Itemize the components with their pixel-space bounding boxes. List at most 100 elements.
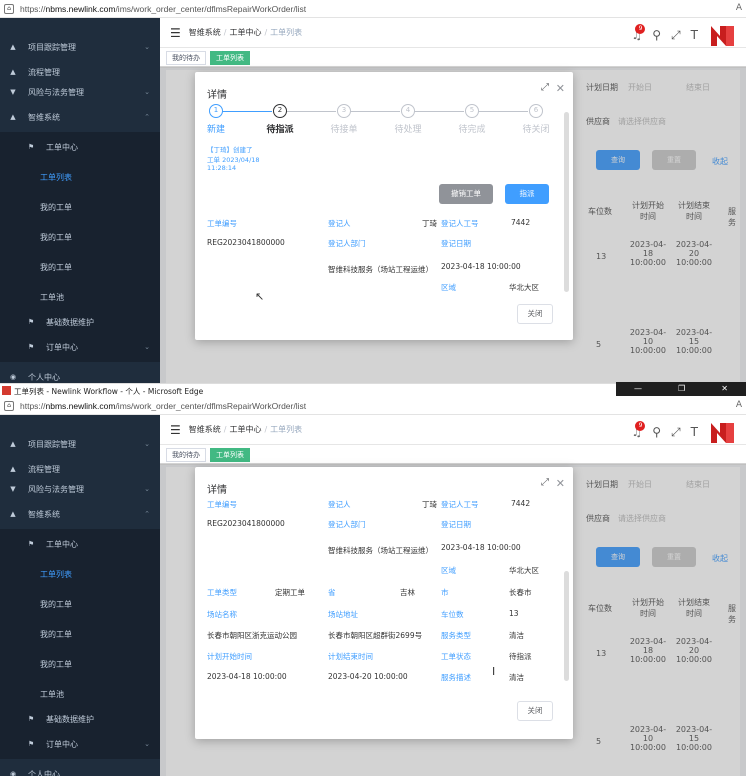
field-registrant-id-label: 登记人工号 bbox=[441, 219, 479, 228]
font-size-icon[interactable]: T bbox=[691, 425, 698, 439]
sidebar-item-order-list[interactable]: 工单列表 bbox=[0, 559, 160, 589]
sidebar-item-process[interactable]: ▲ 流程管理 bbox=[0, 62, 160, 82]
address-bar[interactable]: ⌂ https://nbms.newlink.com/ims/work_orde… bbox=[0, 397, 746, 415]
close-button[interactable]: 关闭 bbox=[517, 304, 553, 324]
chevron-down-icon: ⌄ bbox=[144, 43, 150, 51]
top-icons: ♫ 9 ⚲ ⤢ T bbox=[631, 22, 738, 48]
search-icon[interactable]: ⚲ bbox=[652, 425, 661, 439]
sidebar-item-top[interactable] bbox=[0, 18, 160, 32]
user-icon: ◉ bbox=[9, 373, 17, 381]
field-province-label: 省 bbox=[328, 588, 336, 597]
tags-view: 我的待办 工单列表 bbox=[160, 48, 746, 68]
read-aloud-icon[interactable]: A bbox=[736, 400, 742, 410]
read-aloud-icon[interactable]: A bbox=[736, 3, 742, 13]
assign-button[interactable]: 指派 bbox=[505, 184, 549, 204]
field-plan-start-label: 计划开始时间 bbox=[207, 652, 252, 661]
minimize-icon[interactable]: — bbox=[634, 382, 642, 396]
maximize-icon[interactable]: ⤢ bbox=[541, 82, 549, 93]
dialog-scrollbar[interactable] bbox=[564, 571, 569, 681]
sidebar-item-order-center[interactable]: ⚑ 工单中心 bbox=[0, 132, 160, 162]
tag-todo[interactable]: 我的待办 bbox=[166, 50, 206, 65]
sidebar-item-order-pool[interactable]: 工单池 bbox=[0, 282, 160, 312]
field-description-label: 服务描述 bbox=[441, 673, 471, 682]
flag-icon: ⚑ bbox=[27, 318, 35, 326]
brand-logo bbox=[708, 22, 738, 48]
window-title: 工单列表 - Newlink Workflow - 个人 - Microsoft… bbox=[14, 387, 204, 396]
fullscreen-icon[interactable]: ⤢ bbox=[671, 28, 681, 43]
close-button[interactable]: 关闭 bbox=[517, 701, 553, 721]
tag-order-list[interactable]: 工单列表 bbox=[210, 50, 250, 65]
close-icon[interactable]: ✕ bbox=[556, 477, 565, 490]
step-note-line3: 11:28:14 bbox=[207, 164, 237, 172]
close-icon[interactable]: ✕ bbox=[556, 82, 565, 95]
sidebar-item-my-orders[interactable]: 我的工单 bbox=[0, 192, 160, 222]
font-size-icon[interactable]: T bbox=[691, 28, 698, 42]
sidebar-item-project[interactable]: ▲ 项目跟踪管理 ⌄ bbox=[0, 429, 160, 459]
sidebar-item-order-pool[interactable]: 工单池 bbox=[0, 679, 160, 709]
withdraw-order-button[interactable]: 撤销工单 bbox=[439, 184, 493, 204]
page-icon: ⌂ bbox=[4, 400, 14, 411]
screenshot-bottom: ⌂ https://nbms.newlink.com/ims/work_orde… bbox=[0, 397, 746, 776]
step-pending-process: 4 待处理 bbox=[394, 104, 422, 135]
hamburger-icon[interactable]: ☰ bbox=[170, 423, 181, 437]
text-cursor-icon: I bbox=[492, 665, 496, 678]
dialog-scrollbar[interactable] bbox=[564, 112, 569, 292]
field-reg-date-label: 登记日期 bbox=[441, 239, 471, 248]
bell-icon[interactable]: ♫ 9 bbox=[631, 24, 646, 42]
field-dept: 智维科技服务（场站工程运维） bbox=[328, 546, 433, 555]
tag-todo[interactable]: 我的待办 bbox=[166, 447, 206, 462]
sidebar-item-order-list[interactable]: 工单列表 bbox=[0, 162, 160, 192]
field-reg-date: 2023-04-18 10:00:00 bbox=[441, 543, 521, 552]
field-order-no-label: 工单编号 bbox=[207, 500, 237, 509]
sidebar-item-orders[interactable]: ⚑ 订单中心 ⌄ bbox=[0, 332, 160, 362]
hamburger-icon[interactable]: ☰ bbox=[170, 26, 181, 40]
sidebar-item-risk[interactable]: ▼ 风险与法务管理 ⌄ bbox=[0, 479, 160, 499]
url-text[interactable]: https://nbms.newlink.com/ims/work_order_… bbox=[20, 4, 306, 14]
fullscreen-icon[interactable]: ⤢ bbox=[671, 425, 681, 440]
sidebar-item-order-center[interactable]: ⚑ 工单中心 bbox=[0, 529, 160, 559]
sidebar-item-personal[interactable]: ◉ 个人中心 bbox=[0, 362, 160, 383]
tags-view: 我的待办 工单列表 bbox=[160, 445, 746, 465]
sidebar-item-project[interactable]: ▲ 项目跟踪管理 ⌄ bbox=[0, 32, 160, 62]
maximize-icon[interactable]: ⤢ bbox=[541, 477, 549, 488]
flag-icon: ⚑ bbox=[27, 540, 35, 548]
field-registrant-id-label: 登记人工号 bbox=[441, 500, 479, 509]
field-registrant: 丁琦 bbox=[422, 219, 437, 228]
search-icon[interactable]: ⚲ bbox=[652, 28, 661, 42]
sidebar-item-my-orders-2[interactable]: 我的工单 bbox=[0, 222, 160, 252]
sidebar-item-personal[interactable]: ◉ 个人中心 bbox=[0, 759, 160, 776]
sidebar-item-process[interactable]: ▲ 流程管理 bbox=[0, 459, 160, 479]
field-service-type: 清洁 bbox=[509, 631, 524, 640]
field-province: 吉林 bbox=[400, 588, 415, 597]
sidebar-item-my-orders-3[interactable]: 我的工单 bbox=[0, 649, 160, 679]
sidebar-item-orders[interactable]: ⚑ 订单中心 ⌄ bbox=[0, 729, 160, 759]
field-registrant: 丁琦 bbox=[422, 500, 437, 509]
tag-order-list[interactable]: 工单列表 bbox=[210, 447, 250, 462]
sidebar-item-my-orders-2[interactable]: 我的工单 bbox=[0, 619, 160, 649]
field-type: 定期工单 bbox=[275, 588, 305, 597]
sidebar-item-smart[interactable]: ▲ 智维系统 ⌃ bbox=[0, 102, 160, 132]
chevron-up-icon: ⌃ bbox=[144, 510, 150, 518]
field-dept: 智维科技服务（场站工程运维） bbox=[328, 265, 433, 274]
chevron-down-icon: ⌄ bbox=[144, 343, 150, 351]
url-text[interactable]: https://nbms.newlink.com/ims/work_order_… bbox=[20, 401, 306, 411]
sidebar-item-risk[interactable]: ▼ 风险与法务管理 ⌄ bbox=[0, 82, 160, 102]
app-icon bbox=[2, 386, 11, 395]
field-spaces-label: 车位数 bbox=[441, 610, 464, 619]
sidebar-item-top[interactable] bbox=[0, 415, 160, 429]
sidebar-item-basedata[interactable]: ⚑ 基础数据维护 bbox=[0, 709, 160, 729]
sidebar-item-my-orders[interactable]: 我的工单 bbox=[0, 589, 160, 619]
field-description: 清洁 bbox=[509, 673, 524, 682]
sidebar-item-basedata[interactable]: ⚑ 基础数据维护 bbox=[0, 312, 160, 332]
restore-icon[interactable]: ❐ bbox=[678, 382, 685, 396]
notif-badge: 9 bbox=[635, 421, 646, 431]
address-bar[interactable]: ⌂ https://nbms.newlink.com/ims/work_orde… bbox=[0, 0, 746, 18]
field-city-label: 市 bbox=[441, 588, 449, 597]
field-spaces: 13 bbox=[509, 609, 519, 618]
process-icon: ▲ bbox=[10, 465, 16, 473]
sidebar-item-smart[interactable]: ▲ 智维系统 ⌃ bbox=[0, 499, 160, 529]
detail-dialog: 详情 ⤢ ✕ 1 新建 2 待指派 3 待接单 4 待处理 5 待完成 6 待关闭 【丁琦】… bbox=[195, 72, 573, 340]
bell-icon[interactable]: ♫ 9 bbox=[631, 421, 646, 439]
window-close-icon[interactable]: ✕ bbox=[721, 382, 728, 396]
sidebar-item-my-orders-3[interactable]: 我的工单 bbox=[0, 252, 160, 282]
